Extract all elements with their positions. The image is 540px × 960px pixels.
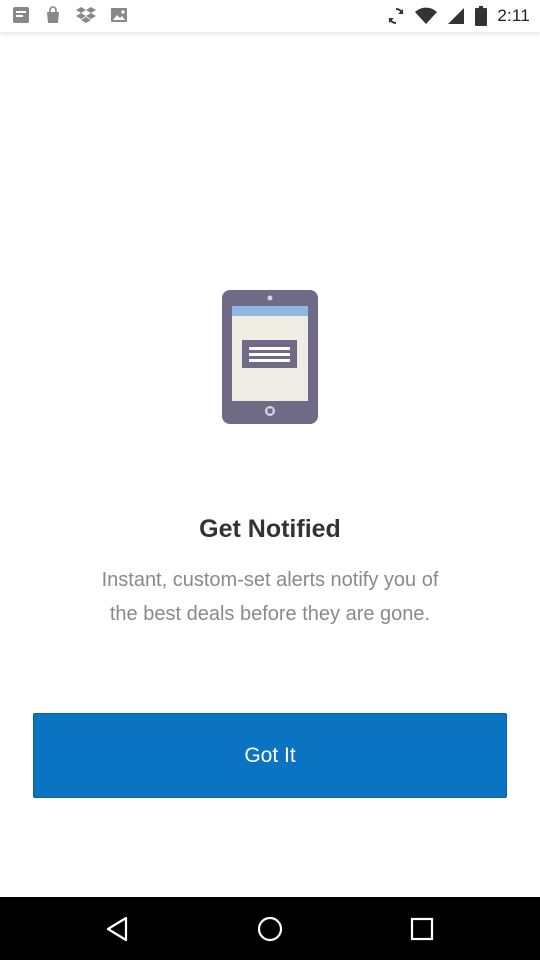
home-icon[interactable] [255, 914, 285, 944]
back-icon[interactable] [102, 914, 132, 944]
wifi-icon [415, 7, 438, 25]
dropbox-icon [76, 6, 96, 24]
sync-icon [387, 7, 405, 25]
recents-icon[interactable] [407, 914, 437, 944]
signal-icon [447, 7, 465, 25]
status-right-icons: 2:11 [387, 4, 530, 28]
navigation-bar [0, 897, 540, 960]
status-bar: 2:11 [0, 0, 540, 32]
status-left-icons [12, 6, 128, 24]
shopping-bag-icon [44, 6, 62, 24]
got-it-button[interactable]: Got It [33, 713, 507, 798]
battery-icon [475, 6, 488, 26]
description-text: Instant, custom-set alerts notify you of… [101, 569, 439, 625]
status-time: 2:11 [497, 6, 530, 25]
tablet-notification-icon [222, 290, 318, 424]
screen: 2:11 Get Notified Instant, custom-set al… [0, 0, 540, 960]
page-title: Get Notified [199, 515, 341, 543]
image-icon [110, 6, 128, 24]
app-notification-icon [12, 6, 30, 24]
